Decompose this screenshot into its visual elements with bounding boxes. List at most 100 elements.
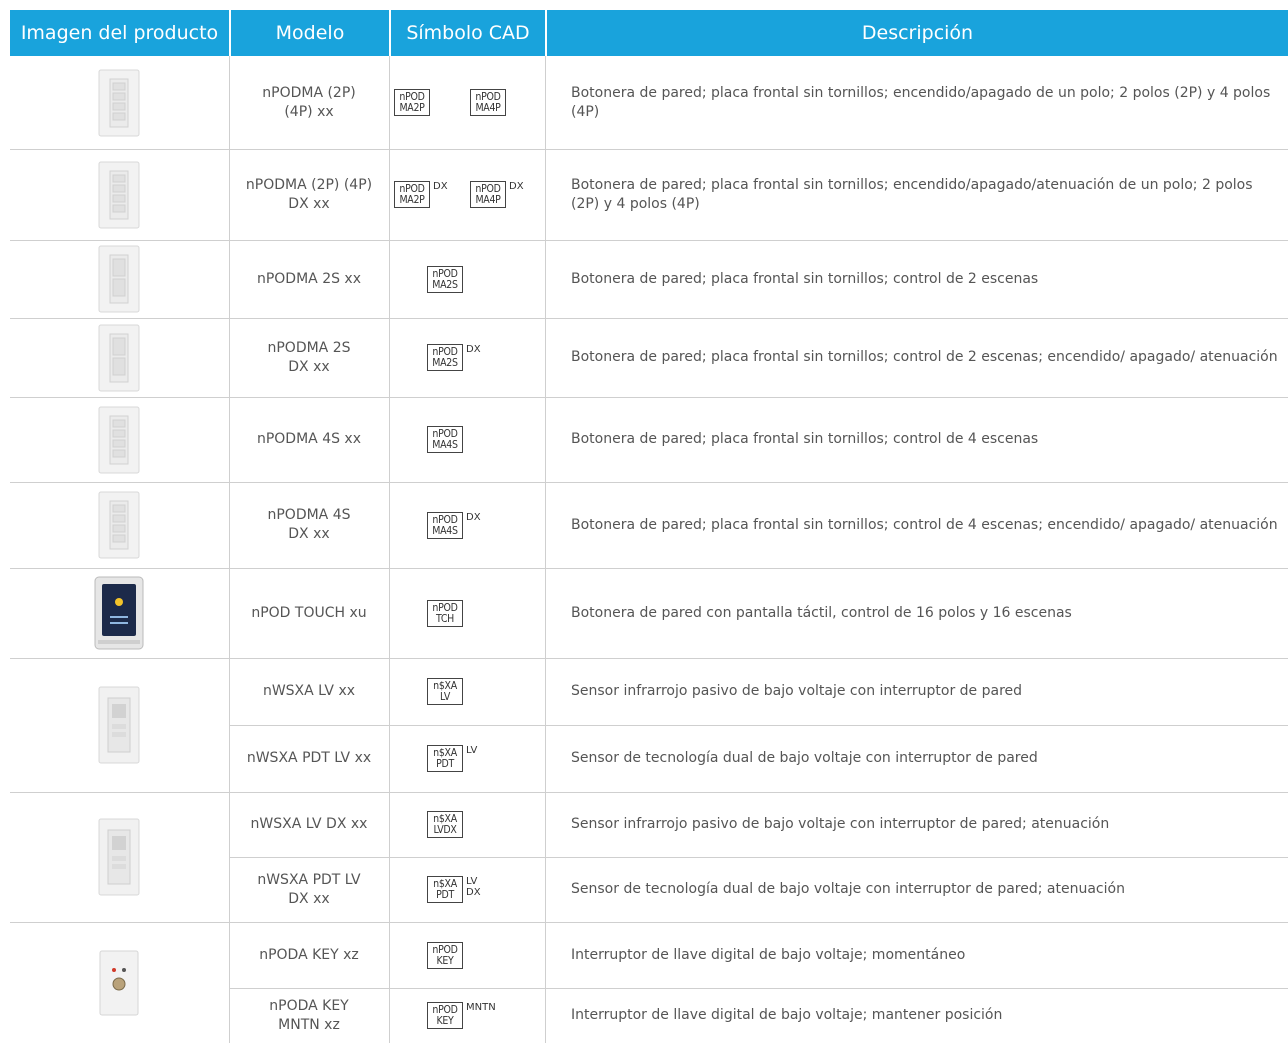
description-text: Botonera de pared; placa frontal sin tor… <box>571 349 1278 365</box>
model-line: nPODMA 4S <box>267 507 351 523</box>
model-text: nWSXA PDT LV xx <box>247 749 371 768</box>
model-text: nPODA KEY xz <box>259 946 359 965</box>
model-text: nPODMA (2P) (4P) DX xx <box>246 176 372 214</box>
description-cell: Botonera de pared; placa frontal sin tor… <box>565 240 1288 318</box>
description-text: Botonera de pared; placa frontal sin tor… <box>571 84 1271 120</box>
wall-keypad-4-scene-image <box>98 406 140 478</box>
model-cell: nPODMA 4S xx <box>229 397 389 482</box>
description-cell: Interruptor de llave digital de bajo vol… <box>565 988 1288 1043</box>
cad-symbol-line: nPOD <box>432 601 458 614</box>
column-divider <box>545 56 546 1043</box>
model-cell: nPODMA 4S DX xx <box>229 482 389 568</box>
model-line: (4P) xx <box>284 103 334 120</box>
cad-symbol: nPOD MA4S <box>427 426 463 453</box>
description-text: Sensor infrarrojo pasivo de bajo voltaje… <box>571 816 1110 832</box>
model-text: nPODMA 4S DX xx <box>267 506 350 544</box>
header-cad: Símbolo CAD <box>389 10 545 56</box>
model-line: nPODMA 2S xx <box>256 270 362 287</box>
cad-suffix-label: DX <box>509 181 524 192</box>
model-cell: nPODMA (2P) (4P) xx <box>229 56 389 149</box>
wall-keypad-4-scene-dimmer-image <box>98 491 140 563</box>
model-text: nWSXA PDT LV DX xx <box>257 871 360 909</box>
cad-symbol-line: MA4S <box>432 439 458 451</box>
description-text: Botonera de pared; placa frontal sin tor… <box>571 516 1278 533</box>
header-image: Imagen del producto <box>10 10 229 56</box>
description-cell: Botonera de pared; placa frontal sin tor… <box>565 149 1288 240</box>
cad-suffix-label: DX <box>433 181 448 192</box>
description-text: Sensor infrarrojo pasivo de bajo voltaje… <box>571 683 1023 699</box>
description-cell: Sensor infrarrojo pasivo de bajo voltaje… <box>565 658 1288 725</box>
description-cell: Botonera de pared; placa frontal sin tor… <box>565 318 1288 397</box>
description-cell: Botonera de pared; placa frontal sin tor… <box>565 482 1288 568</box>
cad-symbol-line: nPOD <box>432 513 458 526</box>
description-text: Botonera de pared; placa frontal sin tor… <box>571 431 1039 447</box>
cad-symbol-line: LVDX <box>433 824 457 836</box>
description-cell: Botonera de pared; placa frontal sin tor… <box>565 397 1288 482</box>
model-line: nPODMA 2S <box>267 339 351 356</box>
cad-symbol: n$XA PDT <box>427 876 463 903</box>
header-model: Modelo <box>229 10 389 56</box>
touchscreen-keypad-image <box>94 576 144 654</box>
model-cell: nPODMA 2S xx <box>229 240 389 318</box>
model-line: nWSXA PDT LV <box>257 871 361 888</box>
cad-symbol: nPOD MA4P <box>470 181 506 208</box>
cad-suffix-label: DX <box>466 344 481 355</box>
cad-symbol: nPOD MA2S <box>427 344 463 371</box>
cad-symbol: n$XA LVDX <box>427 811 463 838</box>
model-cell: nWSXA PDT LV DX xx <box>229 857 389 922</box>
model-text: nWSXA LV DX xx <box>251 815 368 834</box>
description-cell: Botonera de pared; placa frontal sin tor… <box>565 56 1288 149</box>
description-text: Botonera de pared con pantalla táctil, c… <box>571 604 1072 621</box>
model-line: nPOD TOUCH xu <box>251 604 367 621</box>
cad-symbol-line: TCH <box>436 612 454 625</box>
cad-symbol: nPOD MA2P <box>394 89 430 116</box>
model-cell: nPODA KEY MNTN xz <box>229 988 389 1043</box>
cad-symbol: nPOD MA4P <box>470 89 506 116</box>
description-text: Sensor de tecnología dual de bajo voltaj… <box>571 881 1125 897</box>
cad-symbol-line: nPOD <box>432 943 458 956</box>
model-line: DX xx <box>288 195 330 212</box>
cad-symbol-line: LV <box>440 691 450 703</box>
cad-symbol-line: MA2P <box>399 194 425 206</box>
model-cell: nPOD TOUCH xu <box>229 568 389 658</box>
cad-symbol-line: MA2S <box>432 278 458 291</box>
description-cell: Botonera de pared con pantalla táctil, c… <box>565 568 1288 658</box>
wall-keypad-4-button-image <box>98 69 140 141</box>
cad-symbol-line: nPOD <box>432 267 458 280</box>
model-text: nPODMA 2S xx <box>257 270 361 289</box>
model-cell: nWSXA PDT LV xx <box>229 725 389 792</box>
wall-keypad-2-scene-dimmer-image <box>98 324 140 396</box>
description-text: Interruptor de llave digital de bajo vol… <box>571 946 966 963</box>
model-text: nWSXA LV xx <box>263 682 355 701</box>
cad-symbol: n$XA LV <box>427 678 463 705</box>
cad-symbol-line: MA4P <box>475 194 501 206</box>
cad-symbol: nPOD TCH <box>427 599 463 627</box>
cad-symbol: n$XA PDT <box>427 745 463 772</box>
model-cell: nPODA KEY xz <box>229 922 389 988</box>
wall-switch-sensor-image <box>98 686 140 768</box>
description-text: Botonera de pared; placa frontal sin tor… <box>571 176 1253 212</box>
cad-symbol-line: MA2P <box>399 102 425 114</box>
cad-symbol: nPOD MA2S <box>427 265 463 293</box>
model-text: nPODMA 2S DX xx <box>267 339 350 377</box>
model-text: nPODMA (2P) (4P) xx <box>262 84 356 122</box>
cad-symbol-line: PDT <box>436 889 454 901</box>
model-line: nWSXA LV DX xx <box>250 816 368 832</box>
model-line: DX xx <box>288 890 330 907</box>
wall-switch-sensor-dimmer-image <box>98 818 140 900</box>
model-cell: nWSXA LV xx <box>229 658 389 725</box>
cad-symbol-line: KEY <box>436 1015 454 1027</box>
wall-keypad-4-button-dimmer-image <box>98 161 140 233</box>
cad-suffix-label: DX <box>466 511 481 523</box>
description-text: Sensor de tecnología dual de bajo voltaj… <box>571 750 1038 766</box>
cad-suffix-label: MNTN <box>466 1002 496 1013</box>
model-line: nPODA KEY <box>269 997 349 1014</box>
cad-symbol-line: PDT <box>436 758 454 770</box>
model-line: MNTN xz <box>278 1016 340 1033</box>
cad-symbol-line: MA2S <box>432 357 458 369</box>
description-text: Botonera de pared; placa frontal sin tor… <box>571 270 1039 287</box>
cad-suffix-label: LV DX <box>466 876 481 898</box>
wall-keypad-2-scene-image <box>98 245 140 317</box>
model-text: nPODMA 4S xx <box>257 430 361 449</box>
model-line: nPODMA (2P) (4P) <box>245 176 373 193</box>
